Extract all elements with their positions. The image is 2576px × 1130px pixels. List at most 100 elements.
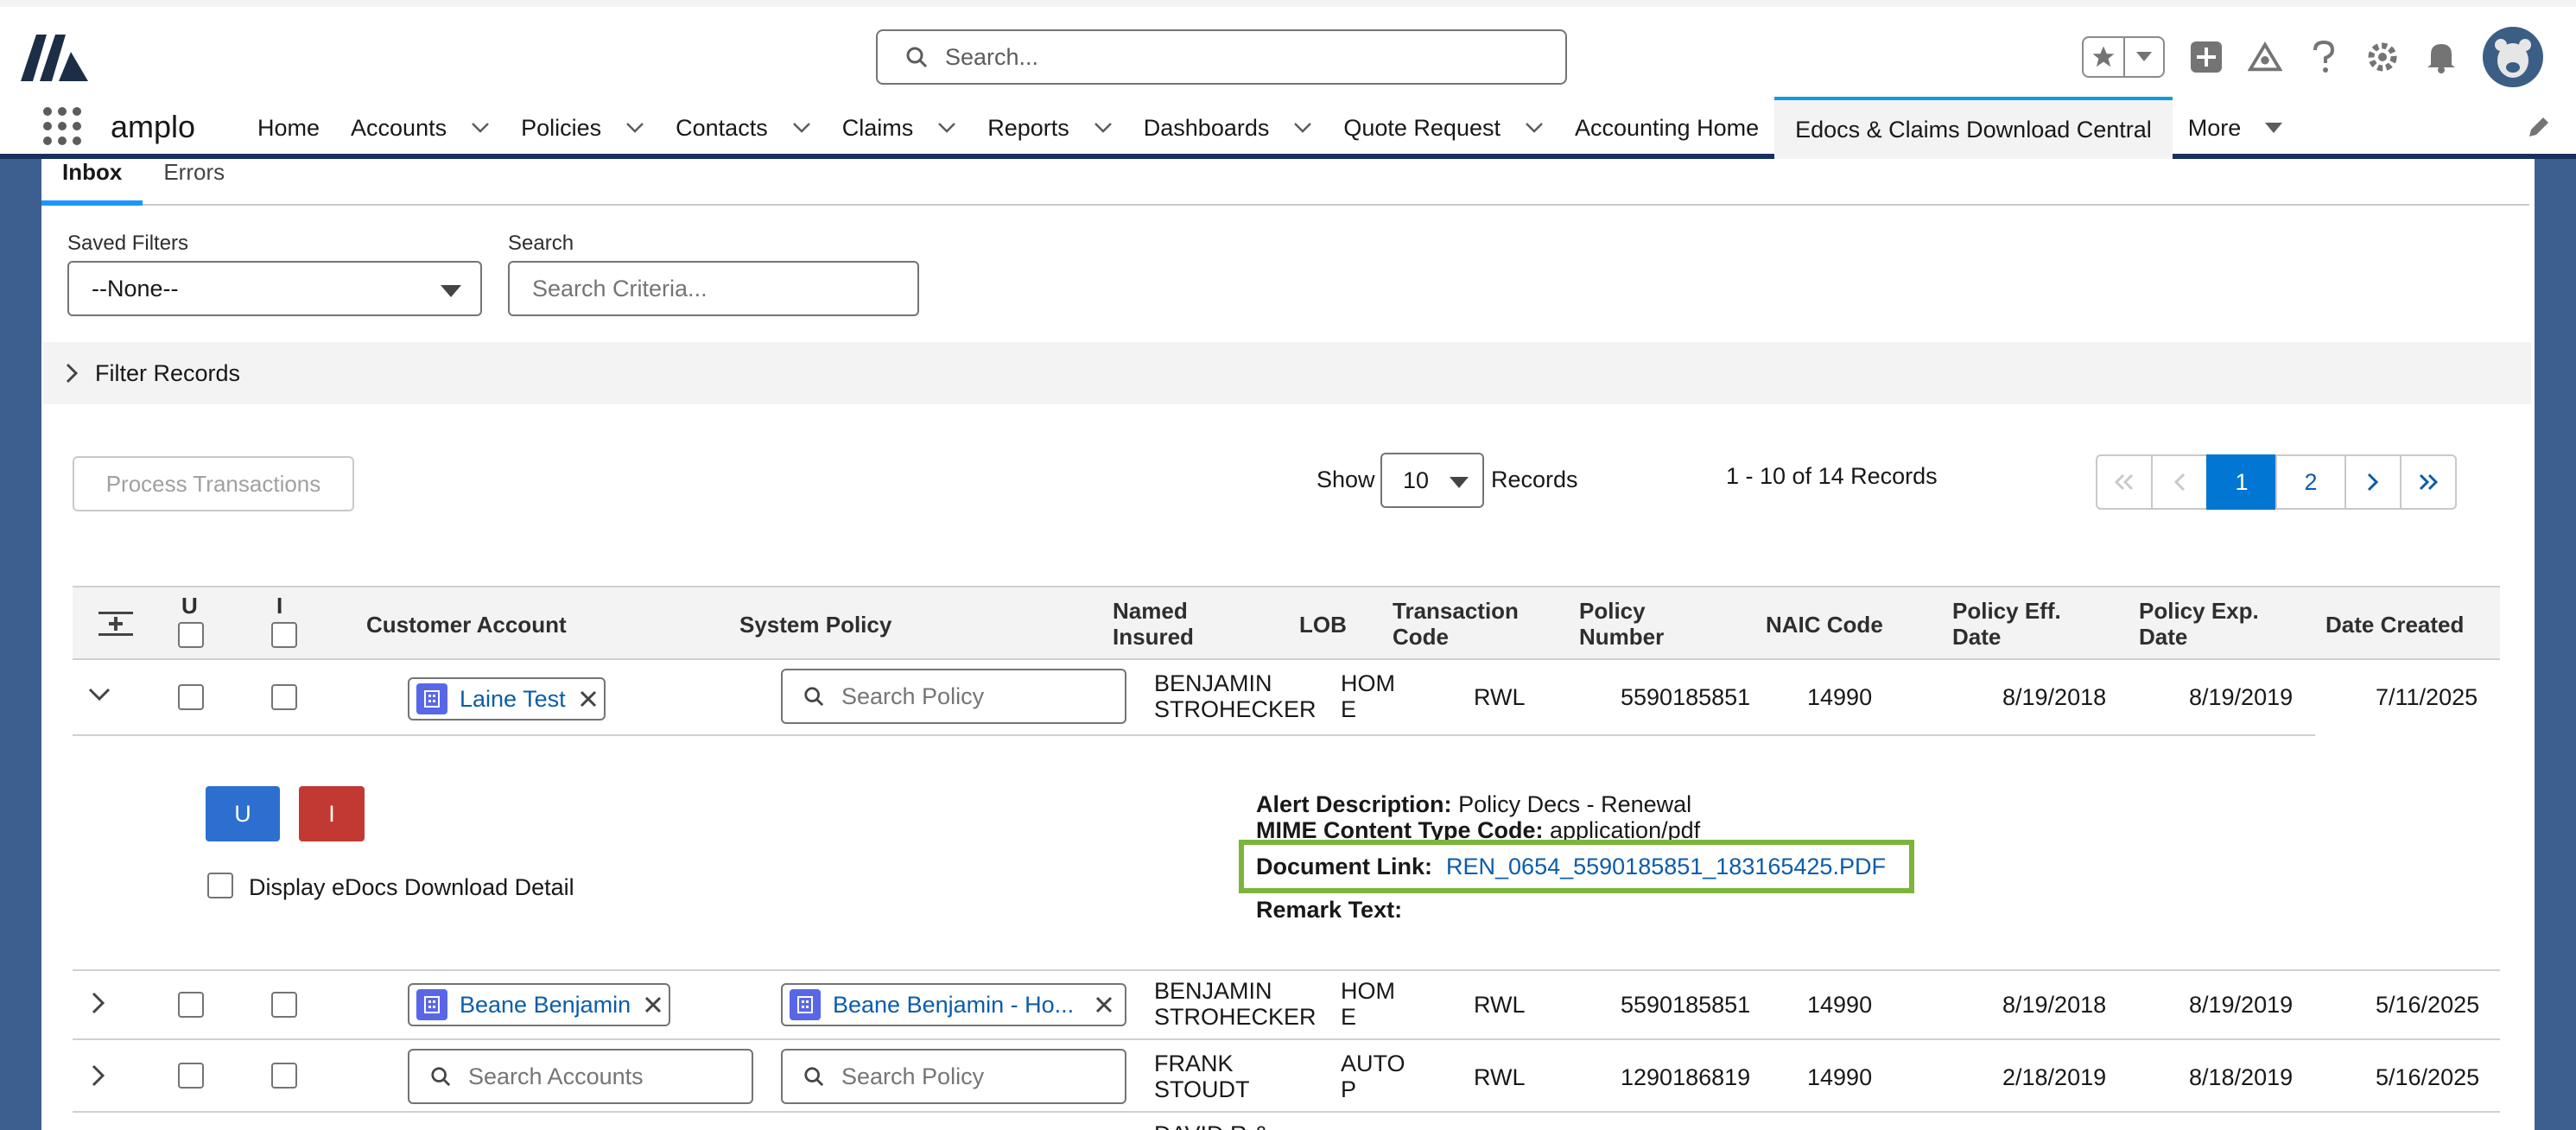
global-search-input[interactable]: Search... (876, 29, 1567, 85)
chevron-down-icon[interactable] (471, 122, 490, 134)
nav-item-claims[interactable]: Claims (827, 97, 973, 159)
customer-account-lookup[interactable]: Search Accounts (408, 1049, 753, 1104)
nav-item-accounts[interactable]: Accounts (335, 97, 505, 159)
named-insured-line1: BENJAMIN (1154, 978, 1272, 1004)
chevron-down-icon[interactable] (2125, 38, 2163, 76)
row-i-checkbox[interactable] (271, 684, 297, 710)
col-policy-number-line1: Policy (1579, 598, 1646, 624)
chevron-down-icon[interactable] (1525, 122, 1544, 134)
nav-item-dashboards[interactable]: Dashboards (1128, 97, 1329, 159)
system-policy-lookup[interactable]: Search Policy (781, 1049, 1126, 1104)
tab-errors[interactable]: Errors (143, 159, 245, 206)
remark-label: Remark Text: (1256, 897, 1403, 923)
tab-inbox[interactable]: Inbox (41, 159, 143, 206)
app-launcher-icon[interactable] (43, 107, 81, 145)
saved-filters-select[interactable]: --None-- (67, 261, 482, 316)
chevron-down-icon[interactable] (792, 122, 811, 134)
chevron-down-icon[interactable] (937, 122, 956, 134)
page-1-button[interactable]: 1 (2206, 454, 2277, 510)
col-naic-code[interactable]: NAIC Code (1766, 612, 1883, 638)
filter-records-toggle[interactable]: Filter Records (43, 342, 2531, 404)
nav-item-accounting-home[interactable]: Accounting Home (1559, 97, 1774, 159)
page-2-button[interactable]: 2 (2275, 454, 2346, 510)
row-u-checkbox[interactable] (178, 992, 204, 1018)
nav-item-contacts[interactable]: Contacts (660, 97, 827, 159)
gear-icon[interactable] (2365, 40, 2400, 74)
nav-item-more[interactable]: More (2173, 97, 2299, 159)
col-transaction-code[interactable]: Transaction Code (1393, 598, 1519, 650)
col-date-created[interactable]: Date Created (2325, 612, 2464, 638)
process-transactions-button[interactable]: Process Transactions (73, 456, 354, 511)
document-link[interactable]: REN_0654_5590185851_183165425.PDF (1446, 854, 1886, 880)
prev-page-button[interactable] (2151, 454, 2208, 510)
nav-item-reports[interactable]: Reports (972, 97, 1128, 159)
system-policy-lookup[interactable]: Search Policy (781, 669, 1126, 724)
col-policy-exp-line1: Policy Exp. (2139, 598, 2259, 624)
collapse-row-icon[interactable] (88, 688, 111, 706)
u-button[interactable]: U (206, 786, 280, 841)
remove-icon[interactable] (644, 996, 662, 1013)
page-size-select[interactable]: 10 (1380, 453, 1484, 508)
select-all-i-checkbox[interactable] (271, 622, 297, 648)
add-icon[interactable] (2189, 40, 2224, 74)
nav-item-edocs-claims-download-central[interactable]: Edocs & Claims Download Central (1774, 97, 2173, 159)
policy-exp-cell: 8/19/2019 (2189, 684, 2294, 710)
table-row: Beane Benjamin Beane Benjamin - Ho... BE… (73, 971, 2500, 1040)
policy-exp-cell: 8/19/2019 (2189, 992, 2294, 1018)
row-i-checkbox[interactable] (271, 992, 297, 1018)
user-avatar[interactable] (2483, 27, 2543, 87)
amplo-logo[interactable] (21, 31, 90, 83)
col-lob[interactable]: LOB (1299, 612, 1347, 638)
search-criteria-input[interactable]: Search Criteria... (508, 261, 919, 316)
nav-item-quote-request[interactable]: Quote Request (1328, 97, 1559, 159)
customer-account-pill[interactable]: Beane Benjamin (408, 983, 671, 1026)
customer-account-pill[interactable]: Laine Test (408, 677, 606, 721)
display-detail-checkbox[interactable] (207, 873, 233, 898)
chevron-right-icon (2367, 473, 2379, 492)
chevron-left-icon (2173, 473, 2186, 492)
table-row: Search Accounts Search Policy FRANK STOUD… (73, 1040, 2500, 1113)
expand-all-icon[interactable] (98, 606, 133, 646)
row-u-checkbox[interactable] (178, 684, 204, 710)
account-icon (416, 683, 447, 714)
star-icon[interactable] (2084, 38, 2125, 76)
remove-icon[interactable] (580, 690, 597, 708)
named-insured-cell: BENJAMIN STROHECKER (1154, 670, 1317, 722)
i-button[interactable]: I (299, 786, 365, 841)
expand-row-icon[interactable] (92, 1064, 105, 1091)
next-page-button[interactable] (2344, 454, 2402, 510)
record-range-text: 1 - 10 of 14 Records (1726, 463, 1938, 489)
system-policy-pill[interactable]: Beane Benjamin - Ho... (781, 983, 1126, 1026)
row-u-checkbox[interactable] (178, 1063, 204, 1089)
nav-item-home[interactable]: Home (242, 97, 335, 159)
col-policy-number[interactable]: Policy Number (1579, 598, 1664, 650)
alert-description: Alert Description: Policy Decs - Renewal (1256, 791, 1691, 818)
help-icon[interactable] (2306, 40, 2341, 74)
header-utility-icons (2082, 27, 2543, 87)
chevron-down-icon[interactable] (2265, 123, 2283, 133)
chevron-down-icon[interactable] (1094, 122, 1113, 134)
lob-line1: HOM (1341, 978, 1395, 1004)
favorites-group[interactable] (2082, 36, 2165, 78)
nav-item-policies[interactable]: Policies (505, 97, 660, 159)
col-customer-account[interactable]: Customer Account (366, 612, 567, 638)
last-page-button[interactable] (2400, 454, 2457, 510)
col-policy-exp-date[interactable]: Policy Exp. Date (2139, 598, 2259, 650)
col-system-policy[interactable]: System Policy (739, 612, 891, 638)
chevron-down-icon[interactable] (1293, 122, 1312, 134)
col-policy-eff-date[interactable]: Policy Eff. Date (1952, 598, 2061, 650)
edit-nav-icon[interactable] (2526, 114, 2552, 144)
bell-icon[interactable] (2424, 40, 2459, 74)
page-size-value: 10 (1403, 467, 1430, 493)
chevron-down-icon[interactable] (625, 122, 644, 134)
expand-row-icon[interactable] (92, 992, 105, 1019)
remove-icon[interactable] (1095, 996, 1113, 1013)
nav-item-label: Policies (521, 114, 602, 141)
first-page-button[interactable] (2096, 454, 2153, 510)
col-named-insured[interactable]: Named Insured (1113, 598, 1194, 650)
row-i-checkbox[interactable] (271, 1063, 297, 1089)
select-all-u-checkbox[interactable] (178, 622, 204, 648)
naic-code-cell: 14990 (1807, 684, 1873, 710)
named-insured-line2: STROHECKER (1154, 1004, 1317, 1030)
trailhead-icon[interactable] (2248, 40, 2282, 74)
